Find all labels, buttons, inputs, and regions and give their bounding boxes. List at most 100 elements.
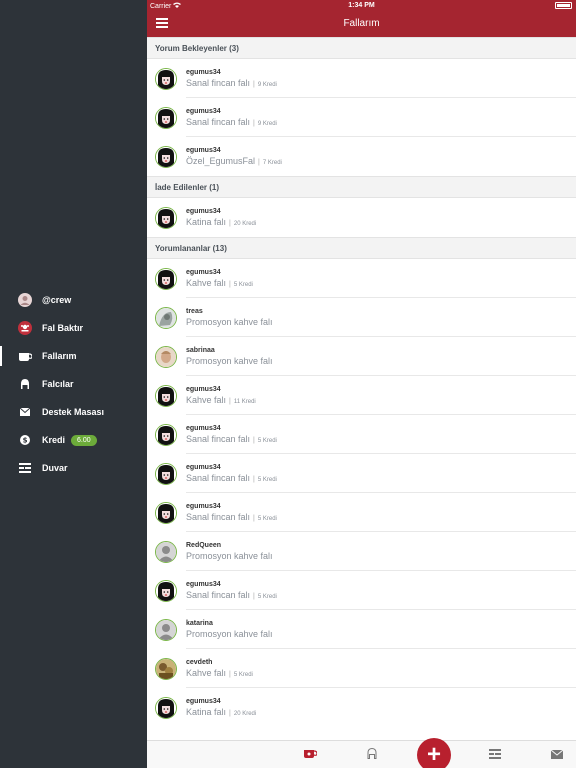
sidebar-item-falcilar[interactable]: Falcılar [0,370,147,398]
list-item[interactable]: katarina Promosyon kahve falı| [147,610,576,649]
list-item[interactable]: egumus34 Özel_EgumusFal | 7 Kredi [147,137,576,176]
separator: | [253,514,255,522]
wall-icon [18,461,32,475]
list-item-details: Kahve falı | 11 Kredi [186,395,576,405]
envelope-icon [550,746,564,764]
credit-cost: 5 Kredi [233,671,253,678]
sidebar-item-label: Falcılar [42,379,74,389]
avatar [155,145,177,168]
sidebar-item-label: @crew [42,295,72,305]
sidebar-item-duvar[interactable]: Duvar [0,454,147,482]
avatar [155,67,177,90]
list-item[interactable]: egumus34 Sanal fincan falı | 5 Kredi [147,454,576,493]
list-item-body: egumus34 Sanal fincan falı | 9 Kredi [186,98,576,137]
tab-fallarim[interactable] [303,746,318,764]
section-list: egumus34 Sanal fincan falı | 9 Kredi egumus3… [147,59,576,176]
separator: | [258,159,260,166]
fortune-type: Kahve falı [186,277,227,288]
sidebar-item-label: Destek Masası [42,407,105,417]
sidebar-item-kredi[interactable]: $ Kredi 6.00 [0,426,147,454]
list-item-body: egumus34 Sanal fincan falı | 5 Kredi [186,454,576,493]
credit-cost: 9 Kredi [257,120,277,127]
list-item-body: egumus34 Sanal fincan falı | 5 Kredi [186,415,576,454]
list-item[interactable]: egumus34 Sanal fincan falı | 5 Kredi [147,571,576,610]
section-header: Yorum Bekleyenler (3) [147,37,576,59]
avatar [155,306,177,329]
sidebar-item-label: Kredi [42,435,66,445]
separator: | [253,436,255,444]
list-item-body: egumus34 Sanal fincan falı | 9 Kredi [186,59,576,98]
fortune-type: Sanal fincan falı [186,116,251,127]
list-item-username: egumus34 [186,147,221,154]
tab-destek[interactable] [550,749,564,761]
list-item[interactable]: egumus34 Katina falı | 20 Kredi [147,198,576,237]
list-item-body: egumus34 Özel_EgumusFal | 7 Kredi [186,137,576,176]
list-item-details: Promosyon kahve falı| [186,356,576,366]
sidebar-item-profile[interactable]: @crew [0,286,147,314]
credit-cost: 5 Kredi [257,437,277,444]
list-item-username: cevdeth [186,658,213,666]
credit-cost: 5 Kredi [257,593,277,600]
list-item[interactable]: cevdeth Kahve falı | 5 Kredi [147,649,576,688]
sidebar-item-label: Fallarım [42,351,77,361]
sidebar-item-label: Duvar [42,463,68,473]
fallarim-icon [303,746,318,764]
list-item-body: sabrinaa Promosyon kahve falı| [186,337,576,376]
list-item-details: Promosyon kahve falı| [186,551,576,561]
list-item-body: RedQueen Promosyon kahve falı| [186,532,576,571]
fortune-type: Sanal fincan falı [186,433,251,444]
battery-icon [555,2,572,9]
section-header: Yorumlananlar (13) [147,237,576,259]
tab-falcilar[interactable] [365,747,379,761]
list-item-username: katarina [186,619,213,627]
fortune-type: Sanal fincan falı [186,511,251,522]
credit-cost: 5 Kredi [233,281,253,288]
list-item[interactable]: egumus34 Kahve falı | 5 Kredi [147,259,576,298]
credit-cost: 20 Kredi [233,221,257,227]
avatar [155,106,177,129]
tab-duvar[interactable] [488,749,502,761]
section-list: egumus34 Katina falı | 20 Kredi [147,198,576,237]
sidebar-item-label: Fal Baktır [42,323,84,333]
wall-icon [489,746,501,764]
list-item-details: Promosyon kahve falı| [186,629,576,639]
sidebar-item-destek-masasi[interactable]: Destek Masası [0,398,147,426]
sidebar-item-fallarim[interactable]: Fallarım [0,342,147,370]
avatar [155,657,177,680]
list-item[interactable]: treas Promosyon kahve falı| [147,298,576,337]
avatar [155,384,177,407]
list-item[interactable]: egumus34 Kahve falı | 11 Kredi [147,376,576,415]
new-fortune-fab-button[interactable]: + [417,738,451,768]
list-item-body: treas Promosyon kahve falı| [186,298,576,337]
fallarim-icon [18,349,32,363]
list-item[interactable]: egumus34 Sanal fincan falı | 5 Kredi [147,493,576,532]
list-item-username: treas [186,307,203,315]
list-item[interactable]: egumus34 Sanal fincan falı | 9 Kredi [147,59,576,98]
sidebar: @crew Fal Baktır Fallarım Falcılar Deste… [0,0,147,768]
list-item-details: Promosyon kahve falı| [186,317,576,327]
list-item-body: egumus34 Sanal fincan falı | 5 Kredi [186,493,576,532]
list-item-details: Sanal fincan falı | 5 Kredi [186,434,576,444]
list-item[interactable]: RedQueen Promosyon kahve falı| [147,532,576,571]
list-item-username: egumus34 [186,268,221,276]
list-item[interactable]: egumus34 Sanal fincan falı | 9 Kredi [147,98,576,137]
credit-icon: $ [18,433,32,447]
list-item[interactable]: egumus34 Katina falı | 20 Kredi [147,688,576,727]
avatar [155,696,177,719]
tab-bar: + [147,738,576,768]
fortune-type: Promosyon kahve falı [186,550,273,561]
list-item-username: egumus34 [186,502,221,510]
list-item[interactable]: sabrinaa Promosyon kahve falı| [147,337,576,376]
separator: | [229,670,231,678]
credit-cost: 7 Kredi [262,160,282,166]
list-item[interactable]: egumus34 Sanal fincan falı | 5 Kredi [147,415,576,454]
list-item-username: egumus34 [186,385,221,393]
credit-balance-badge: 6.00 [71,434,97,446]
separator: | [229,710,231,717]
fortune-type: Sanal fincan falı [186,472,251,483]
separator: | [229,280,231,288]
fortune-type: Kahve falı [186,667,227,678]
list-item-username: egumus34 [186,107,221,115]
avatar [155,423,177,446]
sidebar-item-fal-baktir[interactable]: Fal Baktır [0,314,147,342]
